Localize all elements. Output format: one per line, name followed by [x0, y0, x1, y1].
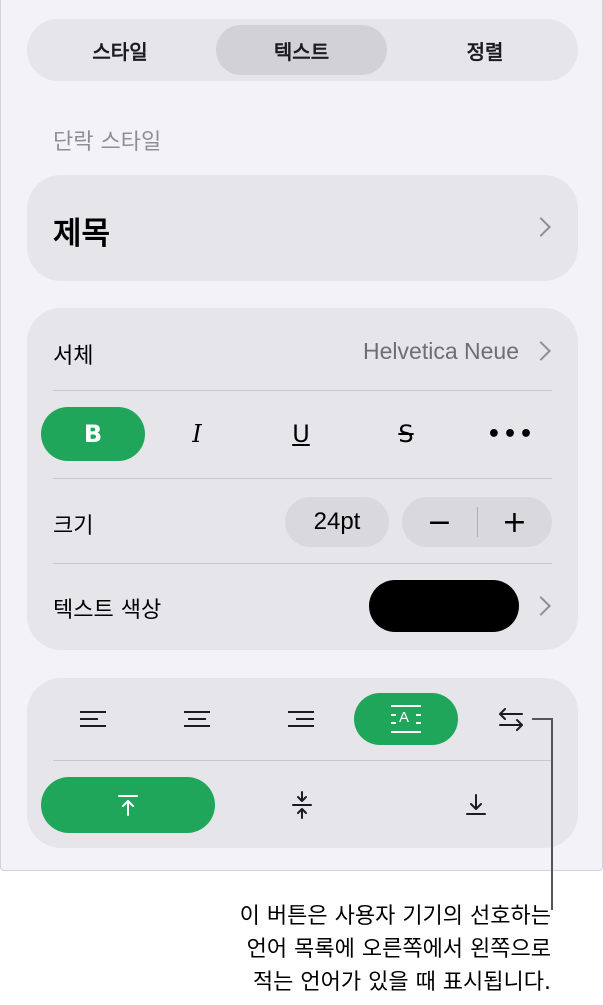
chevron-right-icon — [531, 341, 551, 361]
justify-glyph: A — [399, 709, 410, 726]
paragraph-style-value: 제목 — [53, 216, 111, 252]
increase-size-button[interactable]: + — [477, 497, 552, 547]
font-row[interactable]: 서체 Helvetica Neue — [27, 308, 578, 390]
justify-icon: A — [391, 705, 421, 733]
callout-line-3: 적는 언어가 있을 때 표시됩니다. — [252, 970, 551, 995]
font-value: Helvetica Neue — [363, 338, 519, 364]
more-options-button[interactable]: ••• — [459, 407, 563, 461]
align-center-icon — [184, 711, 210, 727]
divider — [53, 390, 552, 391]
tab-text[interactable]: 텍스트 — [216, 25, 387, 75]
tab-style[interactable]: 스타일 — [63, 25, 177, 75]
callout-leader-horizontal — [532, 718, 552, 720]
divider — [53, 478, 552, 479]
divider — [53, 760, 552, 761]
text-color-row[interactable]: 텍스트 색상 — [27, 564, 578, 650]
align-left-icon — [80, 711, 106, 727]
callout-text: 이 버튼은 사용자 기기의 선호하는 언어 목록에 오른쪽에서 왼쪽으로 적는 … — [131, 900, 551, 999]
align-bottom-button[interactable] — [389, 777, 563, 833]
italic-button[interactable]: I — [145, 407, 249, 461]
size-label: 크기 — [53, 514, 94, 539]
bold-button[interactable]: B — [41, 407, 145, 461]
size-value-field[interactable]: 24pt — [285, 497, 389, 547]
format-panel: 스타일 텍스트 정렬 단락 스타일 제목 서체 Helvetica Neue B… — [0, 0, 603, 871]
text-options-card: 서체 Helvetica Neue B I U S ••• 크기 24pt − … — [27, 308, 578, 650]
text-color-label: 텍스트 색상 — [53, 598, 162, 623]
align-right-button[interactable] — [249, 693, 353, 745]
align-bottom-icon — [466, 794, 486, 815]
size-stepper: − + — [402, 497, 552, 547]
align-middle-button[interactable] — [215, 777, 389, 833]
chevron-right-icon — [531, 596, 551, 616]
paragraph-style-label: 단락 스타일 — [53, 130, 162, 155]
align-left-button[interactable] — [41, 693, 145, 745]
align-top-icon — [118, 795, 138, 816]
format-tabs: 스타일 텍스트 정렬 — [27, 19, 578, 81]
callout-line-2: 언어 목록에 오른쪽에서 왼쪽으로 — [246, 937, 551, 962]
align-top-button[interactable] — [41, 777, 215, 833]
callout-line-1: 이 버튼은 사용자 기기의 선호하는 — [239, 904, 551, 929]
justify-button[interactable]: A — [354, 693, 458, 745]
font-label: 서체 — [53, 344, 94, 369]
text-color-swatch — [369, 580, 519, 632]
align-right-icon — [288, 711, 314, 727]
alignment-card: A — [27, 678, 578, 848]
paragraph-style-button[interactable]: 제목 — [27, 175, 578, 281]
callout-leader-vertical — [551, 718, 553, 910]
strikethrough-button[interactable]: S — [354, 407, 458, 461]
underline-button[interactable]: U — [249, 407, 353, 461]
decrease-size-button[interactable]: − — [402, 497, 477, 547]
tab-arrange[interactable]: 정렬 — [437, 25, 533, 75]
right-to-left-icon — [499, 708, 523, 731]
align-middle-icon — [292, 791, 312, 819]
align-center-button[interactable] — [145, 693, 249, 745]
chevron-right-icon — [531, 217, 551, 237]
